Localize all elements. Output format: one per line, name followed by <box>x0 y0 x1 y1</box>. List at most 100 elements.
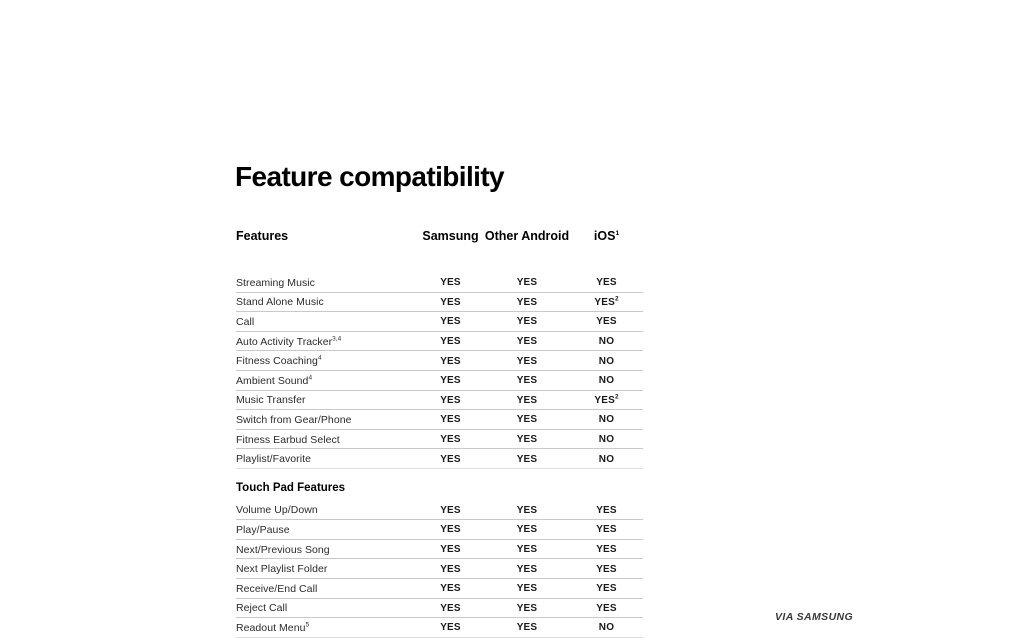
cell-feature-name: Reject Call <box>236 602 417 614</box>
cell-ios: YES <box>570 524 643 535</box>
cell-ios: YES <box>570 603 643 614</box>
cell-other-android: YES <box>484 277 570 288</box>
cell-samsung: YES <box>417 434 484 445</box>
table-group-heading: Touch Pad Features <box>236 481 346 494</box>
column-header-ios-superscript: 1 <box>615 229 620 237</box>
cell-value: YES <box>516 414 538 426</box>
page-title: Feature compatibility <box>235 161 505 192</box>
cell-value: YES <box>594 394 615 406</box>
cell-feature-name: Streaming Music <box>236 277 417 289</box>
cell-value: YES <box>516 583 538 595</box>
table-row: Ambient Sound4 YES YES NO <box>236 371 643 391</box>
cell-ios: YES <box>570 316 643 327</box>
feature-label: Reject Call <box>236 602 288 615</box>
feature-footnote-superscript: 3,4 <box>332 335 342 343</box>
cell-feature-name: Ambient Sound4 <box>236 375 417 387</box>
cell-value: YES <box>516 544 538 556</box>
cell-other-android: YES <box>484 395 570 406</box>
cell-value: YES <box>594 296 615 308</box>
cell-other-android: YES <box>484 316 570 327</box>
table-row: Switch from Gear/Phone YES YES NO <box>236 410 643 430</box>
cell-other-android: YES <box>484 505 570 516</box>
cell-feature-name: Volume Up/Down <box>236 504 417 516</box>
cell-value: YES <box>516 622 538 634</box>
feature-label: Music Transfer <box>236 394 306 407</box>
cell-value: YES <box>440 316 461 328</box>
feature-label: Ambient Sound <box>236 374 309 387</box>
cell-value: YES <box>596 583 617 595</box>
feature-label: Next/Previous Song <box>236 543 330 556</box>
cell-feature-name: Readout Menu5 <box>236 622 417 634</box>
cell-value: YES <box>516 563 538 575</box>
cell-samsung: YES <box>417 564 484 575</box>
cell-value: YES <box>516 375 538 387</box>
cell-footnote-superscript: 2 <box>615 295 619 303</box>
column-header-other-android: Other Android <box>484 229 570 243</box>
table-row: Readout Menu5 YES YES NO <box>236 618 643 638</box>
cell-ios: YES <box>570 544 643 555</box>
cell-ios: YES <box>570 277 643 288</box>
cell-value: YES <box>596 544 617 556</box>
feature-label: Switch from Gear/Phone <box>236 413 352 426</box>
cell-feature-name: Next Playlist Folder <box>236 563 417 575</box>
cell-samsung: YES <box>417 277 484 288</box>
cell-samsung: YES <box>417 336 484 347</box>
cell-feature-name: Play/Pause <box>236 524 417 536</box>
cell-value: YES <box>516 453 538 465</box>
feature-label: Readout Menu <box>236 621 306 634</box>
cell-ios: NO <box>570 622 643 633</box>
cell-value: YES <box>596 602 617 614</box>
cell-value: YES <box>440 277 461 289</box>
cell-ios: YES2 <box>570 394 643 406</box>
feature-footnote-superscript: 4 <box>317 354 322 362</box>
cell-value: YES <box>596 563 617 575</box>
cell-ios: NO <box>570 375 643 386</box>
cell-value: YES <box>440 434 461 446</box>
cell-value: YES <box>440 524 461 536</box>
cell-value: YES <box>596 316 617 328</box>
cell-samsung: YES <box>417 622 484 633</box>
cell-feature-name: Switch from Gear/Phone <box>236 414 417 426</box>
cell-samsung: YES <box>417 583 484 594</box>
cell-value: YES <box>516 524 538 536</box>
feature-label: Auto Activity Tracker <box>236 335 333 348</box>
cell-value: YES <box>516 277 538 289</box>
table-row: Reject Call YES YES YES <box>236 599 643 619</box>
cell-samsung: YES <box>417 505 484 516</box>
cell-value: NO <box>598 336 615 348</box>
cell-ios: NO <box>570 356 643 367</box>
cell-other-android: YES <box>484 336 570 347</box>
cell-feature-name: Playlist/Favorite <box>236 453 417 465</box>
cell-ios: YES2 <box>570 295 643 308</box>
table-row: Fitness Coaching4 YES YES NO <box>236 351 643 371</box>
cell-ios: YES <box>570 564 643 575</box>
cell-value: YES <box>516 296 538 308</box>
cell-value: YES <box>516 434 538 446</box>
cell-value: YES <box>440 414 461 426</box>
cell-value: YES <box>516 316 538 328</box>
table-row: Volume Up/Down YES YES YES <box>236 501 643 521</box>
cell-value: YES <box>440 355 461 367</box>
cell-value: YES <box>440 622 461 634</box>
cell-ios: YES <box>570 505 643 516</box>
cell-other-android: YES <box>484 375 570 386</box>
cell-value: YES <box>516 504 538 516</box>
cell-samsung: YES <box>417 297 484 308</box>
cell-other-android: YES <box>484 603 570 614</box>
cell-value: YES <box>440 504 461 516</box>
cell-value: YES <box>440 602 461 614</box>
cell-feature-name: Fitness Earbud Select <box>236 434 417 446</box>
cell-value: NO <box>598 453 615 465</box>
table-header-row: Features Samsung Other Android iOS1 <box>236 224 643 248</box>
cell-other-android: YES <box>484 524 570 535</box>
feature-label: Stand Alone Music <box>236 296 324 309</box>
cell-value: YES <box>596 524 617 536</box>
cell-samsung: YES <box>417 375 484 386</box>
table-row: Call YES YES YES <box>236 312 643 332</box>
cell-value: YES <box>516 355 538 367</box>
cell-other-android: YES <box>484 434 570 445</box>
cell-other-android: YES <box>484 622 570 633</box>
cell-value: YES <box>596 504 617 516</box>
cell-value: YES <box>596 277 617 289</box>
cell-value: NO <box>598 434 615 446</box>
